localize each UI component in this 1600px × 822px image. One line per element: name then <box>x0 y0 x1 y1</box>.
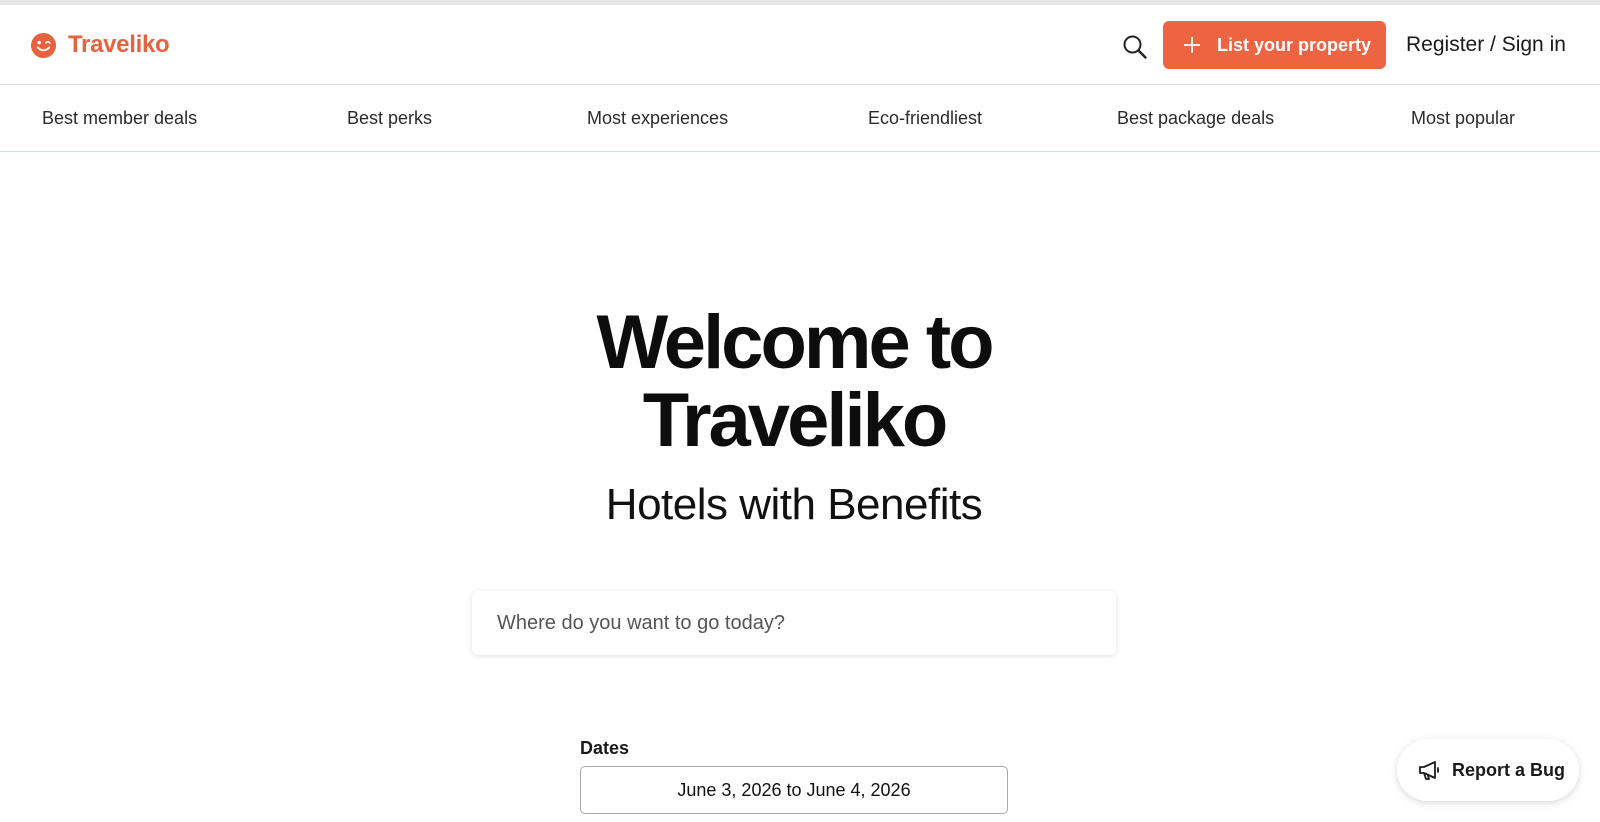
search-button[interactable] <box>1122 34 1148 60</box>
hero-title: Welcome to Traveliko <box>0 304 1588 460</box>
dates-picker[interactable]: June 3, 2026 to June 4, 2026 <box>580 766 1008 814</box>
hero-subtitle: Hotels with Benefits <box>605 480 983 529</box>
category-best-member-deals[interactable]: Best member deals <box>42 108 197 129</box>
brand-logo[interactable]: Traveliko <box>30 31 170 59</box>
category-most-popular[interactable]: Most popular <box>1411 108 1515 129</box>
search-icon <box>1123 35 1147 59</box>
report-bug-button[interactable]: Report a Bug <box>1397 739 1579 801</box>
category-best-perks[interactable]: Best perks <box>347 108 432 129</box>
category-best-package-deals[interactable]: Best package deals <box>1117 108 1274 129</box>
megaphone-icon <box>1419 761 1439 780</box>
plus-icon <box>1184 37 1200 53</box>
hero-title-line1: Welcome to <box>596 300 994 385</box>
register-signin-link[interactable]: Register / Sign in <box>1406 33 1566 57</box>
list-property-label: List your property <box>1217 34 1372 55</box>
dates-label: Dates <box>580 738 630 758</box>
list-property-button[interactable]: List your property <box>1163 21 1386 69</box>
report-bug-label: Report a Bug <box>1452 759 1566 780</box>
category-eco-friendliest[interactable]: Eco-friendliest <box>868 108 982 129</box>
hero-title-line2: Traveliko <box>642 378 949 463</box>
site-header: Traveliko List your property Register / … <box>0 5 1600 85</box>
destination-search-input[interactable] <box>472 591 1116 655</box>
dates-value: June 3, 2026 to June 4, 2026 <box>677 779 911 800</box>
smiley-icon <box>30 32 57 58</box>
category-most-experiences[interactable]: Most experiences <box>587 108 728 129</box>
category-nav: Best member deals Best perks Most experi… <box>0 86 1600 152</box>
brand-name: Traveliko <box>68 31 170 58</box>
